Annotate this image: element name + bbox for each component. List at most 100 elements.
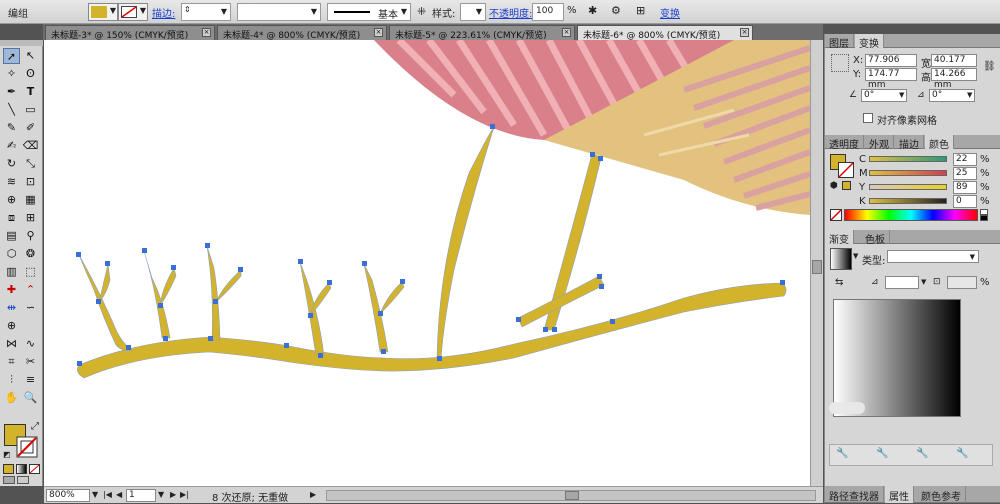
channel-k-field[interactable]: 0 xyxy=(953,195,977,208)
stroke-link[interactable]: 描边: xyxy=(152,5,175,20)
convert-anchor-icon[interactable]: ⌃ xyxy=(22,282,39,298)
width-tool-icon[interactable]: ⇹ xyxy=(3,300,20,316)
paintbrush-tool-icon[interactable]: ✎ xyxy=(3,120,20,136)
channel-y-slider[interactable] xyxy=(869,184,947,190)
y-field[interactable]: 174.77 mm xyxy=(865,68,917,90)
doc-tab-1[interactable]: 未标题-3* @ 150% (CMYK/预览) × xyxy=(45,25,215,40)
recolor-artwork-icon[interactable]: ✱ xyxy=(588,4,597,17)
direct-selection-tool-icon[interactable]: ↖ xyxy=(22,48,39,64)
mesh-tool-icon[interactable]: ⊞ xyxy=(22,210,39,226)
artboard-tool-icon[interactable]: ⬚ xyxy=(22,264,39,280)
slice-tool-icon[interactable]: ⌗ xyxy=(3,354,20,370)
toolbar-grip[interactable] xyxy=(0,40,43,46)
magic-wand-tool-icon[interactable]: ✧ xyxy=(3,66,20,82)
graphic-style-dropdown[interactable]: ▼ xyxy=(460,3,486,21)
gradient-preview[interactable] xyxy=(830,248,852,270)
gradient-slider-preview[interactable] xyxy=(833,299,961,417)
tab-stroke[interactable]: 描边 xyxy=(895,135,924,151)
close-icon[interactable]: × xyxy=(740,28,749,37)
line-tool-icon[interactable]: ╲ xyxy=(3,102,20,118)
color-spectrum[interactable] xyxy=(844,209,978,221)
color-stroke-swatch[interactable] xyxy=(838,162,854,178)
black-swatch[interactable] xyxy=(980,215,988,221)
lasso-tool-icon[interactable]: ʘ xyxy=(22,66,39,82)
width-field[interactable]: 40.177 mm xyxy=(931,54,977,76)
none-color-icon[interactable] xyxy=(830,209,842,221)
doc-tab-2[interactable]: 未标题-4* @ 800% (CMYK/预览) × xyxy=(217,25,387,40)
height-field[interactable]: 14.266 mm xyxy=(931,68,977,90)
opacity-link[interactable]: 不透明度: xyxy=(489,5,532,20)
tab-transparency[interactable]: 透明度 xyxy=(825,135,864,151)
first-page-icon[interactable]: |◀ xyxy=(103,490,112,499)
doc-tab-4-active[interactable]: 未标题-6* @ 800% (CMYK/预览) × xyxy=(577,25,753,40)
draw-normal-icon[interactable] xyxy=(3,476,15,484)
wrench-icon[interactable]: 🔧 xyxy=(876,448,888,459)
channel-c-field[interactable]: 22 xyxy=(953,153,977,166)
next-page-icon[interactable]: ▶ xyxy=(170,490,176,499)
chevron-down-icon[interactable]: ▼ xyxy=(158,490,164,499)
default-colors-icon[interactable]: ◩ xyxy=(3,450,11,459)
transform-link[interactable]: 变换 xyxy=(660,5,680,20)
pixel-grid-checkbox[interactable] xyxy=(863,113,873,123)
last-page-icon[interactable]: ▶| xyxy=(180,490,189,499)
tab-color[interactable]: 颜色 xyxy=(925,135,954,151)
wrench-icon[interactable]: 🔧 xyxy=(956,448,968,459)
horizontal-scrollbar[interactable] xyxy=(326,490,816,501)
channel-m-field[interactable]: 25 xyxy=(953,167,977,180)
pen-tool-icon[interactable]: ✒ xyxy=(3,84,20,100)
chevron-down-icon[interactable]: ▼ xyxy=(899,91,904,99)
doc-tab-3[interactable]: 未标题-5* @ 223.61% (CMYK/预览) × xyxy=(389,25,575,40)
variable-width-profile[interactable]: ▼ xyxy=(237,3,321,21)
gradient-type-dropdown[interactable]: ▼ xyxy=(887,250,979,263)
live-paint-tool-icon[interactable]: ▦ xyxy=(22,192,39,208)
scale-tool-icon[interactable]: ⤡ xyxy=(22,156,39,172)
tab-gradient[interactable]: 渐变 xyxy=(825,230,854,246)
pencil-tool-icon[interactable]: ✐ xyxy=(22,120,39,136)
none-mode-icon[interactable] xyxy=(29,464,40,474)
symbol-sprayer-tool-icon[interactable]: ❂ xyxy=(22,246,39,262)
brush-definition-dropdown[interactable]: 基本 ▼ xyxy=(327,3,411,21)
channel-m-slider[interactable] xyxy=(869,170,947,176)
artboard-canvas[interactable] xyxy=(44,40,810,486)
type-tool-icon[interactable]: T xyxy=(22,84,39,100)
gear-icon[interactable]: ⚙ xyxy=(611,4,621,17)
screen-mode-icon[interactable] xyxy=(17,476,29,484)
reshape-tool-icon[interactable]: ∿ xyxy=(22,336,39,352)
zoom-tool-icon[interactable]: 🔍 xyxy=(22,390,39,406)
list-tool-icon[interactable]: ≡ xyxy=(22,372,39,388)
warp-tool-icon[interactable]: ≋ xyxy=(3,174,20,190)
chevron-down-icon[interactable]: ▼ xyxy=(967,91,972,99)
rectangle-tool-icon[interactable]: ▭ xyxy=(22,102,39,118)
swap-colors-icon[interactable]: ⤢ xyxy=(31,421,39,432)
shape-builder-tool-icon[interactable]: ⊕ xyxy=(3,192,20,208)
scroll-thumb[interactable] xyxy=(812,260,822,274)
zoom-field[interactable]: 800% xyxy=(46,489,90,502)
rotate-tool-icon[interactable]: ↻ xyxy=(3,156,20,172)
pen-add-anchor-icon[interactable]: ✚ xyxy=(3,282,20,298)
gradient-mode-icon[interactable] xyxy=(16,464,27,474)
stroke-weight-field[interactable]: ⇕ ▼ xyxy=(181,3,231,21)
x-field[interactable]: 77.906 mm xyxy=(865,54,917,76)
chevron-down-icon[interactable]: ▼ xyxy=(92,490,98,499)
align-icon[interactable]: ⊞ xyxy=(636,4,645,17)
wrench-icon[interactable]: 🔧 xyxy=(836,448,848,459)
wrench-icon[interactable]: 🔧 xyxy=(916,448,928,459)
close-icon[interactable]: × xyxy=(374,28,383,37)
gradient-angle-field[interactable] xyxy=(885,276,919,289)
fill-color-button[interactable]: ▼ xyxy=(88,3,118,21)
status-menu-icon[interactable]: ▶ xyxy=(310,490,316,499)
channel-c-slider[interactable] xyxy=(869,156,947,162)
scissors-tool-icon[interactable]: ✂ xyxy=(22,354,39,370)
gradient-stop-icon[interactable] xyxy=(829,402,865,414)
blend-tool-icon[interactable]: ⬡ xyxy=(3,246,20,262)
chevron-down-icon[interactable]: ▼ xyxy=(921,278,926,286)
crosshair-icon[interactable]: ⊕ xyxy=(3,318,20,334)
gradient-tool-icon[interactable]: ▤ xyxy=(3,228,20,244)
channel-k-slider[interactable] xyxy=(869,198,947,204)
last-color-swatch[interactable] xyxy=(842,181,851,190)
aspect-ratio-field[interactable] xyxy=(947,276,977,289)
graphic-style-icon[interactable]: ⁜ xyxy=(417,5,426,18)
opacity-field[interactable]: 100 xyxy=(532,3,564,21)
stroke-color-button[interactable]: ▼ xyxy=(118,3,148,21)
selection-tool-icon[interactable]: ➚ xyxy=(3,48,20,64)
